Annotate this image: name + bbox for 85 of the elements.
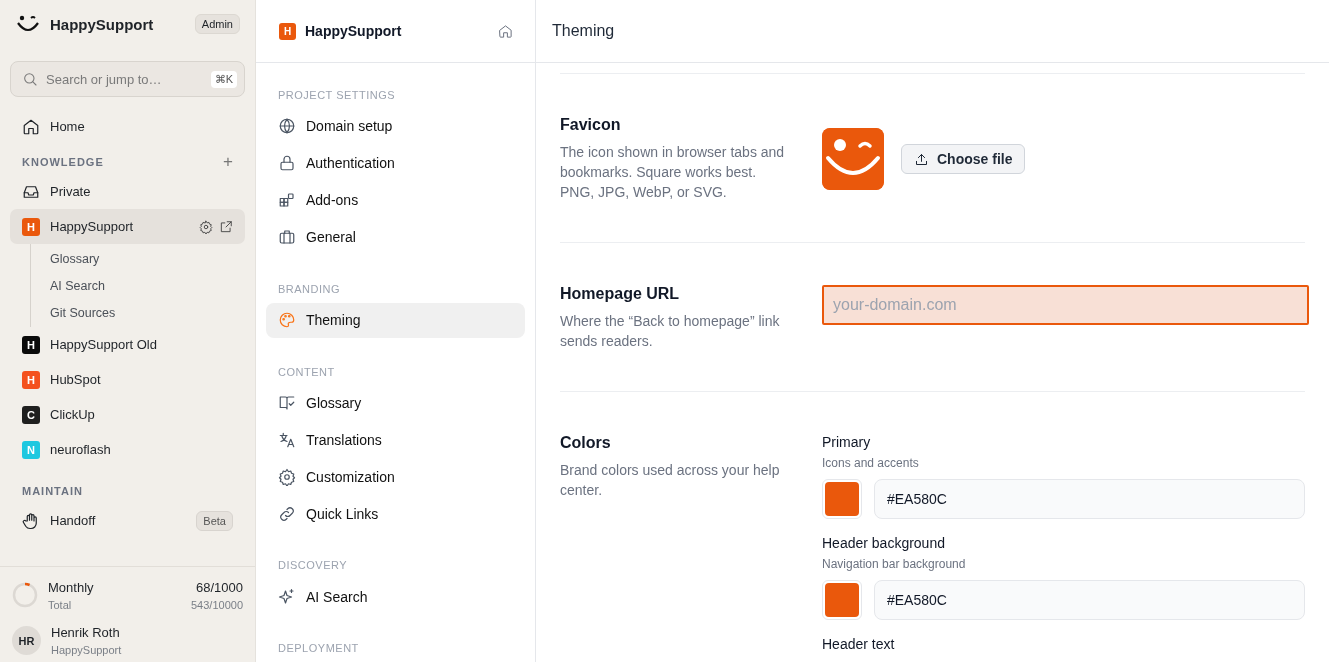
sparkle-icon xyxy=(278,587,296,606)
settings-nav-item[interactable]: Translations xyxy=(266,422,525,458)
settings-icon xyxy=(199,219,213,234)
user-name: Henrik Roth xyxy=(51,625,121,640)
color-swatch[interactable] xyxy=(822,580,862,620)
space-badge: C xyxy=(22,405,40,424)
usage-label: Total xyxy=(48,598,72,611)
section-header: CONTENT xyxy=(278,365,336,378)
sidebar-item[interactable]: H HappySupport xyxy=(10,209,245,244)
section-header: KNOWLEDGE xyxy=(22,156,104,168)
sidebar-item[interactable]: Private xyxy=(10,174,245,209)
sidebar-item[interactable]: H HappySupport Old xyxy=(10,327,245,362)
logo-icon xyxy=(16,15,40,33)
sidebar-item[interactable]: Home xyxy=(10,109,245,144)
settings-nav-item[interactable]: Authentication xyxy=(266,145,525,181)
settings-nav-item[interactable]: Customization xyxy=(266,459,525,495)
color-input[interactable]: #EA580C xyxy=(874,580,1305,620)
space-badge: H xyxy=(22,217,40,236)
field-label: Primary xyxy=(822,434,872,450)
field-hint: Icons and accents xyxy=(822,456,920,470)
section-description: The icon shown in browser tabs and bookmarks. Square works best. PNG, JPG, WebP, or SVG. xyxy=(560,143,785,202)
project-badge: H xyxy=(279,22,296,40)
project-name: HappySupport xyxy=(305,23,403,39)
shortcut-hint: ⌘K xyxy=(210,70,237,88)
settings-nav-item[interactable]: Add-ons xyxy=(266,182,525,218)
beta-badge: Beta xyxy=(196,510,233,531)
user-org: HappySupport xyxy=(51,644,122,656)
sidebar-item[interactable]: C ClickUp xyxy=(10,397,245,432)
page-title: Theming xyxy=(536,0,1329,63)
add-button[interactable]: + xyxy=(223,152,233,172)
usage-ring xyxy=(12,582,38,608)
color-input[interactable]: #EA580C xyxy=(874,479,1305,519)
hand-icon xyxy=(22,511,40,530)
settings-nav-item[interactable]: Domain setup xyxy=(266,109,525,144)
home-icon xyxy=(498,23,513,39)
section-header: PROJECT SETTINGS xyxy=(278,89,397,101)
section-header: DEPLOYMENT xyxy=(278,642,360,655)
field-label: Header background xyxy=(822,535,946,551)
section-title: Homepage URL xyxy=(560,285,681,303)
section-header: BRANDING xyxy=(278,282,342,295)
sidebar-subitem[interactable]: Git Sources xyxy=(31,299,255,326)
settings-nav-item[interactable]: Glossary xyxy=(266,385,525,421)
role-badge: Admin xyxy=(194,14,240,34)
usage-label: Monthly xyxy=(48,579,94,595)
sidebar-subitem[interactable]: Glossary xyxy=(31,245,255,272)
search-field[interactable]: Search or jump to… ⌘K xyxy=(10,61,245,97)
upload-icon xyxy=(914,151,929,167)
choose-file-button[interactable]: Choose file xyxy=(901,144,1026,174)
sidebar-item[interactable]: Handoff Beta xyxy=(10,503,245,538)
section-title: Colors xyxy=(560,434,612,452)
field-label: Header text xyxy=(822,636,896,652)
section-title: Favicon xyxy=(560,116,622,134)
translate-icon xyxy=(278,430,296,449)
section-description: Where the “Back to homepage” link sends readers. xyxy=(560,312,781,351)
space-badge: H xyxy=(22,370,40,389)
book-icon xyxy=(278,394,296,412)
space-badge: N xyxy=(22,440,40,459)
section-header: DISCOVERY xyxy=(278,559,349,572)
settings-icon xyxy=(278,467,296,486)
sidebar-subitem[interactable]: AI Search xyxy=(31,272,255,299)
usage-value: 68/1000 xyxy=(196,579,243,595)
external-link-icon xyxy=(219,219,233,234)
home-icon xyxy=(22,117,40,136)
favicon-preview xyxy=(822,128,884,190)
lock-icon xyxy=(278,154,296,173)
settings-nav-item[interactable]: AI Search xyxy=(266,579,525,615)
section-description: Brand colors used across your help center. xyxy=(560,461,781,500)
color-swatch[interactable] xyxy=(822,479,862,519)
briefcase-icon xyxy=(278,228,296,247)
link-icon xyxy=(278,504,296,523)
space-badge: H xyxy=(22,335,40,354)
section-header: MAINTAIN xyxy=(22,485,83,497)
user-avatar[interactable]: HR xyxy=(12,626,41,655)
search-icon xyxy=(22,71,38,87)
sidebar-item[interactable]: N neuroflash xyxy=(10,432,245,467)
palette-icon xyxy=(278,311,296,330)
settings-nav-item[interactable]: General xyxy=(266,219,525,255)
sidebar-item[interactable]: H HubSpot xyxy=(10,362,245,397)
globe-icon xyxy=(278,117,296,136)
brand-name: HappySupport xyxy=(50,15,155,33)
blocks-icon xyxy=(278,191,296,210)
usage-value: 543/10000 xyxy=(191,598,243,611)
settings-nav-item[interactable]: Theming xyxy=(266,302,525,338)
field-hint: Navigation bar background xyxy=(822,557,967,571)
settings-nav-item[interactable]: Quick Links xyxy=(266,496,525,532)
